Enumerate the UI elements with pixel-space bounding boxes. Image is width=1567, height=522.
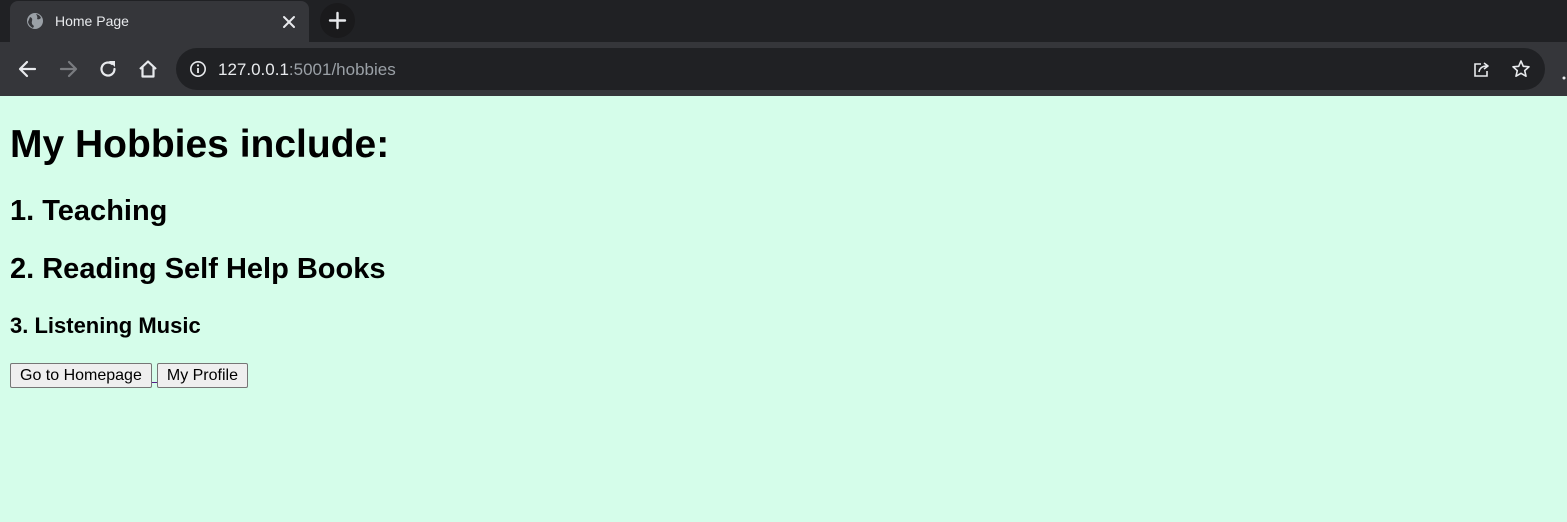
url-host: 127.0.0.1 (218, 60, 289, 79)
hobby-item-teaching: 1. Teaching (10, 195, 168, 227)
browser-toolbar: 127.0.0.1:5001/hobbies (0, 42, 1567, 96)
browser-tab[interactable]: Home Page (10, 1, 309, 42)
hobby-item-music: 3. Listening Music (10, 313, 201, 338)
share-icon[interactable] (1472, 59, 1492, 79)
page-heading: My Hobbies include: (10, 123, 390, 166)
tab-strip: Home Page (0, 0, 1567, 42)
url-text[interactable]: 127.0.0.1:5001/hobbies (218, 60, 396, 80)
forward-arrow-icon[interactable] (57, 58, 79, 80)
url-path: :5001/hobbies (288, 60, 396, 79)
star-icon[interactable] (1511, 59, 1531, 79)
page-body: My Hobbies include: 1. Teaching 2. Readi… (0, 96, 1567, 522)
button-row: Go to Homepage My Profile (10, 363, 248, 388)
plus-icon (328, 11, 347, 30)
tab-title: Home Page (55, 13, 129, 29)
menu-icon[interactable] (1560, 62, 1567, 82)
new-tab-button[interactable] (320, 3, 355, 38)
home-icon[interactable] (137, 58, 159, 80)
info-icon[interactable] (189, 60, 207, 78)
close-icon[interactable] (280, 13, 298, 31)
globe-icon (26, 12, 44, 30)
my-profile-button[interactable]: My Profile (156, 363, 248, 388)
hobby-item-reading: 2. Reading Self Help Books (10, 253, 386, 285)
back-arrow-icon[interactable] (17, 58, 39, 80)
go-to-homepage-button[interactable]: Go to Homepage (10, 363, 152, 388)
address-bar[interactable]: 127.0.0.1:5001/hobbies (176, 48, 1545, 90)
reload-icon[interactable] (97, 58, 119, 80)
